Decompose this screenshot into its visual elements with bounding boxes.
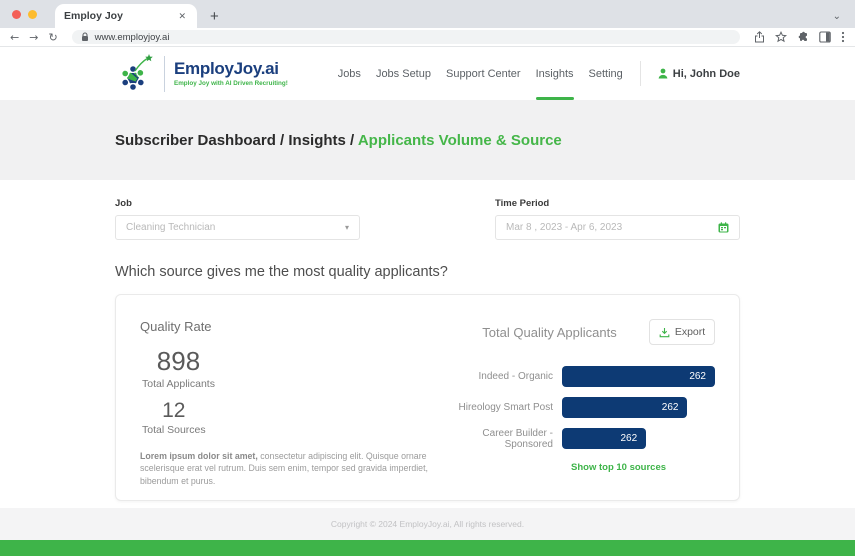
address-bar[interactable]: www.employjoy.ai (71, 30, 740, 44)
nav-item-jobs[interactable]: Jobs (338, 47, 361, 100)
nav-item-setting[interactable]: Setting (589, 47, 623, 100)
sidebar-panel-icon[interactable] (819, 31, 831, 43)
logo-wordmark: EmployJoy.ai (174, 59, 279, 79)
page-content: Job Cleaning Technician ▾ Time Period Ma… (0, 180, 855, 508)
total-applicants-stat: 898 Total Applicants (142, 347, 215, 390)
bar-row-career-builder-sponsored: Career Builder - Sponsored 262 (450, 427, 715, 450)
logo-tagline: Employ Joy with AI Driven Recruiting! (174, 79, 288, 87)
bar-track: 262 (562, 428, 715, 449)
bar-track: 262 (562, 366, 715, 387)
breadcrumb-path[interactable]: Subscriber Dashboard / Insights / (115, 132, 358, 149)
tab-close-icon[interactable]: ✕ (176, 11, 188, 22)
window-minimize-button[interactable] (28, 10, 37, 19)
bookmark-star-icon[interactable] (775, 31, 787, 43)
time-period-input[interactable]: Mar 8 , 2023 - Apr 6, 2023 (495, 215, 740, 240)
quality-rate-description: Lorem ipsum dolor sit amet, consectetur … (140, 450, 438, 488)
bar-row-indeed-organic: Indeed - Organic 262 (450, 366, 715, 387)
user-icon (658, 68, 668, 79)
page-footer: Copyright © 2024 EmployJoy.ai, All right… (0, 508, 855, 540)
window-zoom-button[interactable] (44, 10, 53, 19)
job-select[interactable]: Cleaning Technician ▾ (115, 215, 360, 240)
tab-title: Employ Joy (64, 10, 123, 22)
breadcrumb-band: Subscriber Dashboard / Insights / Applic… (0, 100, 855, 180)
browser-tab-strip: Employ Joy ✕ + ⌄ (0, 0, 855, 28)
time-period-label: Time Period (495, 198, 550, 209)
nav-item-support-center[interactable]: Support Center (446, 47, 521, 100)
bar-row-hireology-smart-post: Hireology Smart Post 262 (450, 397, 715, 418)
job-label: Job (115, 198, 132, 209)
logo-mark-icon (121, 53, 153, 90)
bar-value: 262 (620, 433, 638, 444)
insight-question: Which source gives me the most quality a… (115, 264, 448, 280)
chart-header: Total Quality Applicants Export (450, 319, 715, 345)
bar-label: Hireology Smart Post (458, 402, 553, 413)
bar-value: 262 (689, 371, 706, 382)
calendar-icon[interactable] (718, 222, 729, 233)
bar-indeed-organic: 262 (562, 366, 715, 387)
logo-divider (164, 55, 165, 92)
copyright-text: Copyright © 2024 EmployJoy.ai, All right… (330, 519, 525, 529)
tab-list-chevron-icon[interactable]: ⌄ (833, 11, 841, 22)
extensions-puzzle-icon[interactable] (797, 31, 809, 43)
bar-career-builder-sponsored: 262 (562, 428, 647, 449)
lock-icon (81, 32, 89, 42)
window-close-button[interactable] (12, 10, 21, 19)
share-icon[interactable] (754, 31, 765, 43)
total-sources-value: 12 (162, 398, 186, 422)
user-menu[interactable]: Hi, John Doe (658, 47, 740, 100)
nav-item-jobs-setup[interactable]: Jobs Setup (376, 47, 431, 100)
reload-icon[interactable]: ↻ (48, 31, 57, 44)
bar-value: 262 (661, 402, 679, 413)
total-applicants-value: 898 (156, 346, 201, 376)
total-sources-stat: 12 Total Sources (142, 399, 206, 436)
nav-item-insights[interactable]: Insights (535, 47, 574, 100)
time-period-field: Time Period Mar 8 , 2023 - Apr 6, 2023 (495, 198, 740, 240)
forward-icon[interactable]: → (29, 31, 38, 44)
time-period-value: Mar 8 , 2023 - Apr 6, 2023 (506, 222, 623, 233)
bar-hireology-smart-post: 262 (562, 397, 688, 418)
export-button[interactable]: Export (649, 319, 715, 345)
job-field: Job Cleaning Technician ▾ (115, 198, 360, 240)
quality-rate-card: Quality Rate 898 Total Applicants 12 Tot… (115, 294, 740, 501)
total-applicants-label: Total Applicants (142, 377, 215, 390)
chart-title: Total Quality Applicants (482, 324, 617, 340)
show-top-sources-link[interactable]: Show top 10 sources (571, 462, 715, 473)
bar-chart: Indeed - Organic 262 Hireology Smart Pos… (450, 366, 715, 459)
breadcrumb: Subscriber Dashboard / Insights / Applic… (115, 132, 562, 149)
breadcrumb-current: Applicants Volume & Source (357, 131, 562, 149)
bar-label: Indeed - Organic (478, 371, 554, 382)
bar-label: Career Builder - Sponsored (482, 427, 553, 450)
bar-track: 262 (562, 397, 715, 418)
window-controls (12, 10, 53, 19)
site-header: EmployJoy.ai Employ Joy with AI Driven R… (0, 47, 855, 100)
job-select-value: Cleaning Technician (126, 222, 216, 233)
url-text: www.employjoy.ai (94, 31, 170, 43)
quality-applicants-chart-panel: Total Quality Applicants Export Indeed -… (440, 319, 715, 482)
user-greeting: Hi, John Doe (672, 67, 740, 80)
chevron-down-icon: ▾ (344, 223, 349, 232)
description-lead: Lorem ipsum dolor sit amet, (140, 450, 258, 461)
new-tab-button[interactable]: + (210, 9, 219, 24)
quality-rate-title: Quality Rate (140, 319, 212, 334)
back-icon[interactable]: ← (10, 31, 19, 44)
quality-rate-summary: Quality Rate 898 Total Applicants 12 Tot… (140, 319, 440, 486)
browser-menu-dots-icon[interactable] (841, 31, 845, 43)
logo[interactable]: EmployJoy.ai Employ Joy with AI Driven R… (115, 47, 288, 100)
export-button-label: Export (674, 326, 706, 338)
browser-tab[interactable]: Employ Joy ✕ (55, 4, 197, 28)
filters-row: Job Cleaning Technician ▾ Time Period Ma… (115, 198, 740, 240)
browser-toolbar: ← → ↻ www.employjoy.ai (0, 28, 855, 47)
download-icon (659, 327, 670, 337)
nav-divider (639, 61, 641, 86)
main-nav: Jobs Jobs Setup Support Center Insights … (338, 47, 740, 100)
footer-accent-bar (0, 540, 855, 556)
total-sources-label: Total Sources (142, 423, 206, 436)
